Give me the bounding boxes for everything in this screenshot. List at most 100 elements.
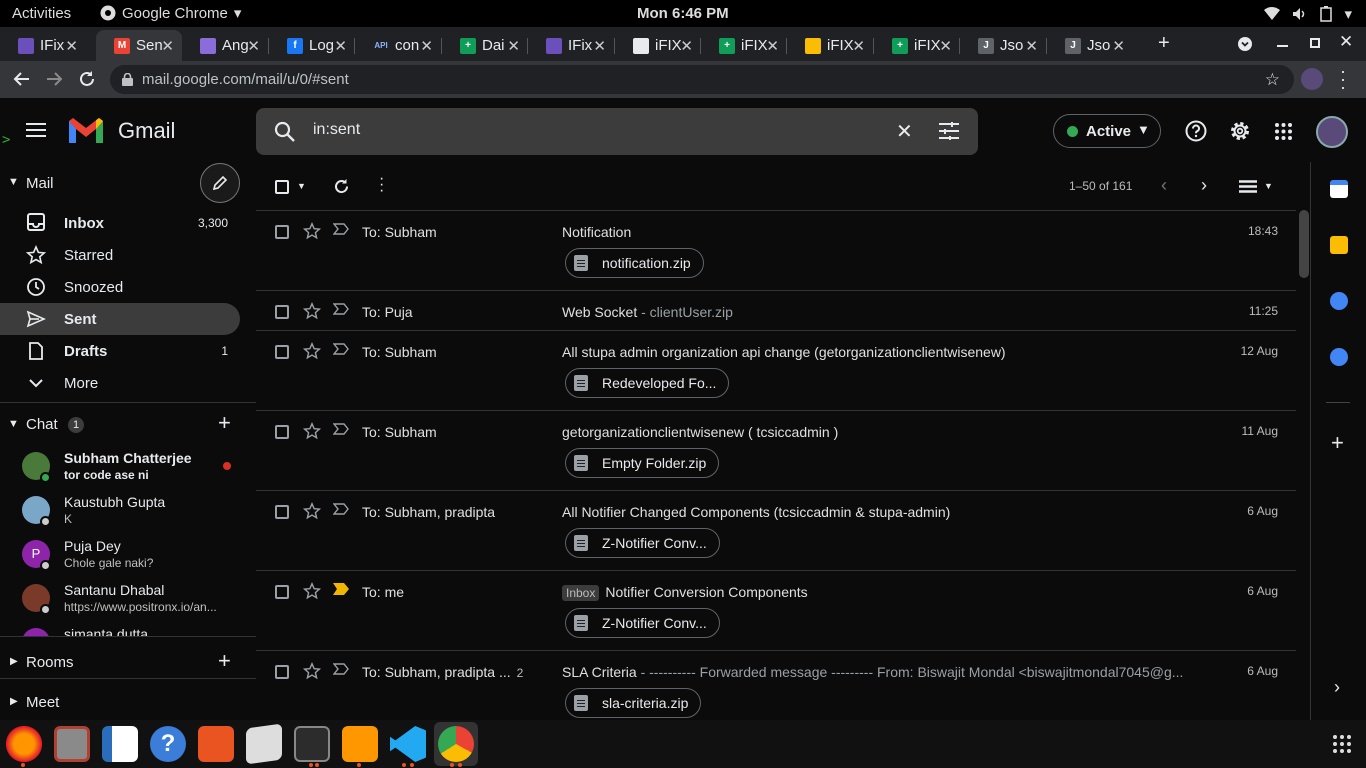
sidebar-item-snoozed[interactable]: Snoozed (0, 271, 240, 303)
more-options-icon[interactable]: · · · (379, 171, 384, 199)
new-tab-button[interactable]: + (1158, 32, 1170, 55)
address-bar[interactable]: mail.google.com/mail/u/0/#sent ☆ (110, 65, 1294, 94)
chat-section-header[interactable]: ▼ Chat 1 + (0, 410, 256, 436)
row-checkbox[interactable] (275, 305, 289, 319)
attachment-chip[interactable]: Z-Notifier Conv... (565, 528, 720, 558)
chat-contact[interactable]: Subham Chatterjee tor code ase ni (22, 446, 252, 490)
settings-gear-icon[interactable] (1229, 120, 1251, 142)
browser-tab[interactable]: IFix ✕ (528, 30, 614, 61)
get-addons-plus-icon[interactable]: + (1331, 430, 1344, 456)
browser-tab[interactable]: M Sen ✕ (96, 30, 182, 61)
text-editor-icon[interactable] (246, 723, 282, 765)
importance-marker-icon[interactable] (333, 423, 349, 435)
importance-marker-icon[interactable] (333, 503, 349, 515)
help-icon[interactable] (1185, 120, 1207, 142)
attachment-chip[interactable]: Z-Notifier Conv... (565, 608, 720, 638)
minimize-icon[interactable] (1277, 45, 1288, 47)
sidebar-item-sent[interactable]: Sent (0, 303, 240, 335)
email-row[interactable]: To: Subham getorganizationclientwisenew (… (256, 411, 1296, 491)
email-row[interactable]: To: Puja Web Socket - clientUser.zip 11:25 (256, 291, 1296, 331)
maximize-icon[interactable] (1310, 38, 1320, 48)
browser-tab[interactable]: J Jso ✕ (1047, 30, 1133, 61)
tab-close-icon[interactable]: ✕ (766, 37, 779, 55)
files-icon[interactable] (54, 726, 90, 762)
terminal-icon[interactable] (294, 726, 330, 762)
contacts-icon[interactable] (1330, 348, 1348, 366)
browser-tab[interactable]: + Dai ✕ (442, 30, 528, 61)
email-row[interactable]: To: me Inbox Notifier Conversion Component… (256, 571, 1296, 651)
star-icon[interactable] (303, 222, 321, 240)
browser-tab[interactable]: + iFIX ✕ (701, 30, 787, 61)
email-row[interactable]: To: Subham Notification 18:43 notification.… (256, 211, 1296, 291)
chat-contact[interactable]: P Puja Dey Chole gale naki? (22, 534, 252, 578)
email-row[interactable]: To: Subham All stupa admin organization a… (256, 331, 1296, 411)
scrollbar-thumb[interactable] (1299, 210, 1309, 278)
star-icon[interactable] (303, 422, 321, 440)
refresh-icon[interactable] (333, 178, 350, 195)
close-window-icon[interactable]: ✕ (1339, 32, 1353, 52)
attachment-chip[interactable]: Empty Folder.zip (565, 448, 720, 478)
browser-tab[interactable]: J Jso ✕ (960, 30, 1046, 61)
star-icon[interactable] (303, 502, 321, 520)
star-icon[interactable] (303, 582, 321, 600)
show-applications-icon[interactable] (1333, 735, 1351, 753)
browser-tab[interactable]: Ang ✕ (182, 30, 268, 61)
forward-icon[interactable] (44, 69, 64, 89)
email-row[interactable]: To: Subham, pradipta All Notifier Changed… (256, 491, 1296, 571)
browser-tab[interactable]: API con ✕ (355, 30, 441, 61)
app-menu[interactable]: Google Chrome ▾ (100, 4, 241, 22)
chat-contact[interactable]: Santanu Dhabal https://www.positronx.io/a… (22, 578, 252, 622)
lock-icon[interactable] (122, 73, 133, 86)
density-icon[interactable] (1239, 180, 1257, 193)
tab-close-icon[interactable]: ✕ (247, 37, 260, 55)
tab-close-icon[interactable]: ✕ (420, 37, 433, 55)
rooms-section-header[interactable]: ▶ Rooms + (0, 648, 256, 674)
tab-close-icon[interactable]: ✕ (65, 37, 78, 55)
star-icon[interactable] (303, 302, 321, 320)
importance-marker-icon[interactable] (333, 303, 349, 315)
density-dropdown-icon[interactable]: ▼ (1264, 181, 1273, 191)
row-checkbox[interactable] (275, 225, 289, 239)
browser-tab[interactable]: + iFIX ✕ (874, 30, 960, 61)
importance-marker-icon[interactable] (333, 583, 349, 595)
tab-close-icon[interactable]: ✕ (680, 37, 693, 55)
vscode-icon[interactable] (390, 726, 426, 762)
attachment-chip[interactable]: sla-criteria.zip (565, 688, 702, 718)
search-input[interactable]: in:sent (313, 121, 360, 139)
apps-grid-icon[interactable] (1275, 123, 1292, 140)
importance-marker-icon[interactable] (333, 663, 349, 675)
chat-contact[interactable]: Kaustubh Gupta K (22, 490, 252, 534)
tab-close-icon[interactable]: ✕ (334, 37, 347, 55)
browser-tab[interactable]: iFIX ✕ (615, 30, 701, 61)
sublime-icon[interactable] (342, 726, 378, 762)
system-tray[interactable]: ▾ (1264, 5, 1352, 23)
browser-tab[interactable]: IFix ✕ (0, 30, 86, 61)
help-app-icon[interactable]: ? (150, 726, 186, 762)
row-checkbox[interactable] (275, 425, 289, 439)
search-icon[interactable] (274, 121, 296, 143)
star-icon[interactable] (303, 662, 321, 680)
clear-search-icon[interactable]: ✕ (896, 119, 913, 144)
calendar-icon[interactable] (1330, 180, 1348, 198)
browser-tab[interactable]: f Log ✕ (269, 30, 355, 61)
tab-close-icon[interactable]: ✕ (593, 37, 606, 55)
attachment-chip[interactable]: notification.zip (565, 248, 704, 278)
compose-button[interactable] (200, 163, 240, 203)
prev-page-icon[interactable]: ‹ (1161, 175, 1167, 196)
next-page-icon[interactable]: › (1201, 175, 1207, 196)
attachment-chip[interactable]: Redeveloped Fo... (565, 368, 730, 398)
star-icon[interactable] (303, 342, 321, 360)
browser-menu-icon[interactable]: · · · (1340, 62, 1346, 96)
bookmark-star-icon[interactable]: ☆ (1265, 70, 1280, 90)
email-row[interactable]: To: Subham, pradipta ... 2 SLA Criteria - … (256, 651, 1296, 720)
clock[interactable]: Mon 6:46 PM (637, 5, 729, 22)
back-icon[interactable] (12, 69, 32, 89)
importance-marker-icon[interactable] (333, 223, 349, 235)
chrome-dock-icon[interactable] (438, 726, 474, 762)
status-button[interactable]: Active ▼ (1053, 114, 1161, 148)
row-checkbox[interactable] (275, 505, 289, 519)
inbox-label-badge[interactable]: Inbox (562, 585, 600, 601)
row-checkbox[interactable] (275, 345, 289, 359)
new-chat-plus-icon[interactable]: + (218, 410, 231, 436)
sidebar-item-more[interactable]: More (0, 367, 240, 399)
